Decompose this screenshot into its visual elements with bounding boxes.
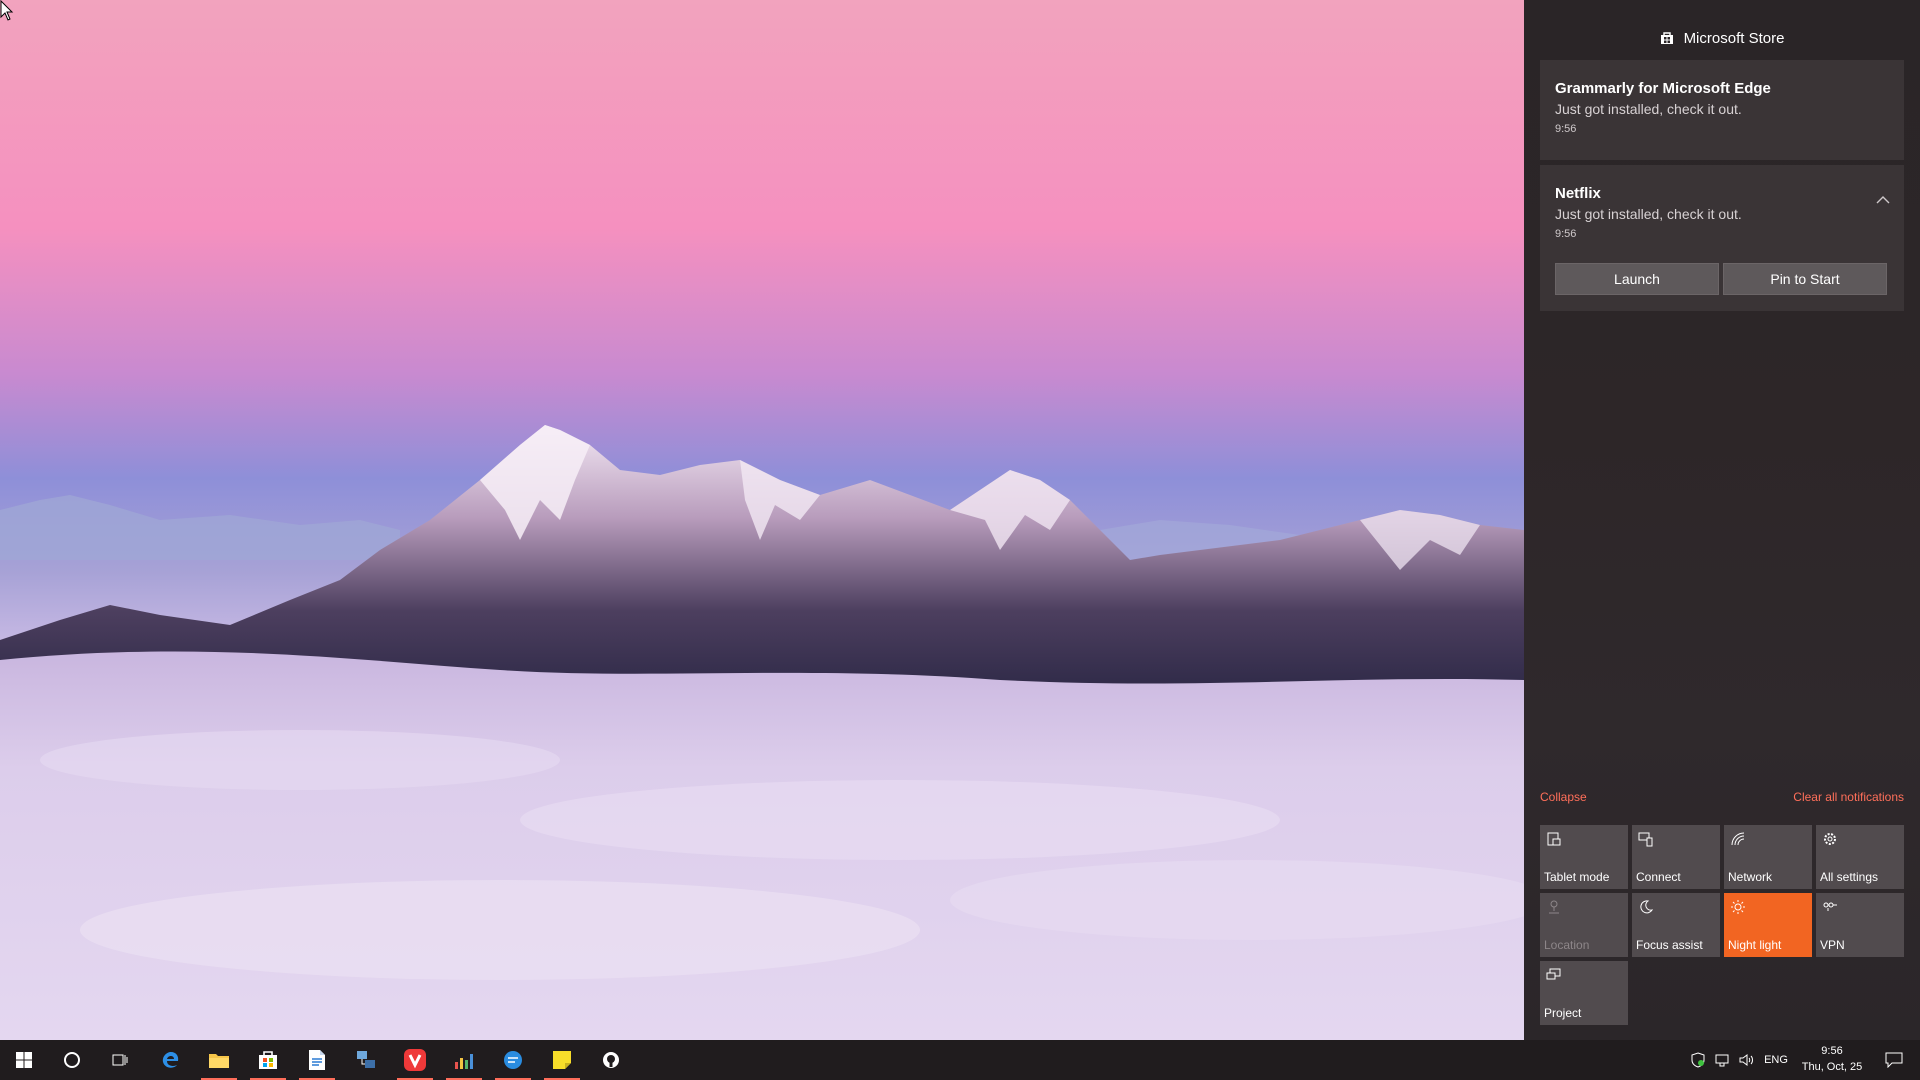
tray-network[interactable] <box>1710 1040 1734 1080</box>
quick-action-network[interactable]: Network <box>1724 825 1812 889</box>
edge-icon <box>162 1052 179 1068</box>
quick-action-label: Night light <box>1728 938 1782 952</box>
taskbar-vivaldi[interactable] <box>391 1040 439 1080</box>
taskbar-document-app[interactable] <box>293 1040 341 1080</box>
notification-group-header[interactable]: Microsoft Store <box>1524 26 1920 50</box>
quick-action-project[interactable]: Project <box>1540 961 1628 1025</box>
chat-app-icon <box>504 1051 522 1069</box>
document-icon <box>309 1050 325 1070</box>
taskbar-file-explorer[interactable] <box>195 1040 243 1080</box>
taskbar-github[interactable] <box>587 1040 635 1080</box>
taskbar: ENG 9:56 Thu, Oct, 25 <box>0 1040 1920 1080</box>
taskbar-chat-app[interactable] <box>489 1040 537 1080</box>
quick-action-label: Connect <box>1636 870 1681 884</box>
network-icon <box>1731 832 1745 846</box>
action-center-button[interactable] <box>1874 1040 1914 1080</box>
taskbar-clock[interactable]: 9:56 Thu, Oct, 25 <box>1792 1043 1872 1075</box>
task-view-button[interactable] <box>96 1040 144 1080</box>
taskbar-edge[interactable] <box>146 1040 194 1080</box>
quick-action-label: Location <box>1544 938 1590 952</box>
pin-to-start-button[interactable]: Pin to Start <box>1723 263 1887 295</box>
taskbar-chart-app[interactable] <box>440 1040 488 1080</box>
location-icon <box>1549 900 1559 914</box>
desktop-wallpaper <box>0 0 1524 1040</box>
notification-time: 9:56 <box>1555 228 1577 240</box>
speaker-icon <box>1739 1054 1753 1066</box>
network-app-icon <box>357 1051 375 1068</box>
task-view-icon <box>112 1054 128 1066</box>
mouse-cursor-icon <box>0 0 14 21</box>
tray-security[interactable] <box>1686 1040 1710 1080</box>
chart-app-icon <box>455 1054 473 1069</box>
gear-icon <box>1824 833 1836 845</box>
action-center: Microsoft Store Grammarly for Microsoft … <box>1524 0 1920 1040</box>
store-icon <box>1660 32 1673 44</box>
vivaldi-icon <box>404 1049 426 1071</box>
sun-icon <box>1731 900 1745 914</box>
sticky-notes-icon <box>553 1051 571 1069</box>
connect-icon <box>1638 832 1653 847</box>
project-icon <box>1546 968 1561 980</box>
notification-body: Just got installed, check it out. <box>1555 206 1742 222</box>
tray-volume[interactable] <box>1734 1040 1758 1080</box>
quick-action-label: Project <box>1544 1006 1582 1020</box>
notification-time: 9:56 <box>1555 123 1577 135</box>
notification-title: Netflix <box>1555 185 1601 202</box>
quick-action-night-light[interactable]: Night light <box>1724 893 1812 957</box>
windows-logo-icon <box>16 1052 32 1068</box>
notification-body: Just got installed, check it out. <box>1555 101 1742 117</box>
quick-action-vpn[interactable]: VPN <box>1816 893 1904 957</box>
launch-button[interactable]: Launch <box>1555 263 1719 295</box>
github-icon <box>603 1052 619 1068</box>
ethernet-icon <box>1715 1054 1729 1067</box>
quick-action-label: Focus assist <box>1636 938 1703 952</box>
store-icon <box>259 1051 277 1069</box>
tray-language[interactable]: ENG <box>1760 1040 1792 1080</box>
chevron-up-icon[interactable] <box>1876 195 1890 205</box>
taskbar-store[interactable] <box>244 1040 292 1080</box>
tablet-mode-icon <box>1547 832 1561 846</box>
quick-action-all-settings[interactable]: All settings <box>1816 825 1904 889</box>
notification-card[interactable]: Grammarly for Microsoft Edge Just got in… <box>1540 60 1904 160</box>
taskbar-network-app[interactable] <box>342 1040 390 1080</box>
security-shield-icon <box>1691 1052 1705 1068</box>
vpn-icon <box>1823 902 1837 911</box>
quick-actions-grid: Tablet mode Connect Network All settings… <box>1540 825 1906 1025</box>
moon-icon <box>1640 900 1654 914</box>
taskbar-sticky-notes[interactable] <box>538 1040 586 1080</box>
quick-action-label: Tablet mode <box>1544 870 1610 884</box>
notification-icon <box>1885 1052 1903 1068</box>
notification-card-expanded[interactable]: Netflix Just got installed, check it out… <box>1540 165 1904 311</box>
quick-action-label: All settings <box>1820 870 1879 884</box>
cortana-button[interactable] <box>48 1040 96 1080</box>
quick-action-label: VPN <box>1820 938 1845 952</box>
file-explorer-icon <box>209 1054 229 1068</box>
start-button[interactable] <box>0 1040 48 1080</box>
clock-time: 9:56 <box>1821 1045 1843 1057</box>
cortana-icon <box>64 1052 80 1068</box>
collapse-link[interactable]: Collapse <box>1540 790 1587 804</box>
mountain-landscape <box>0 425 1524 1040</box>
quick-action-connect[interactable]: Connect <box>1632 825 1720 889</box>
quick-action-focus-assist[interactable]: Focus assist <box>1632 893 1720 957</box>
quick-action-tablet-mode[interactable]: Tablet mode <box>1540 825 1628 889</box>
clear-all-notifications-link[interactable]: Clear all notifications <box>1793 790 1904 804</box>
notification-group-title: Microsoft Store <box>1683 29 1785 47</box>
notification-title: Grammarly for Microsoft Edge <box>1555 80 1771 97</box>
clock-date: Thu, Oct, 25 <box>1801 1061 1863 1073</box>
quick-action-label: Network <box>1728 870 1773 884</box>
quick-action-location[interactable]: Location <box>1540 893 1628 957</box>
